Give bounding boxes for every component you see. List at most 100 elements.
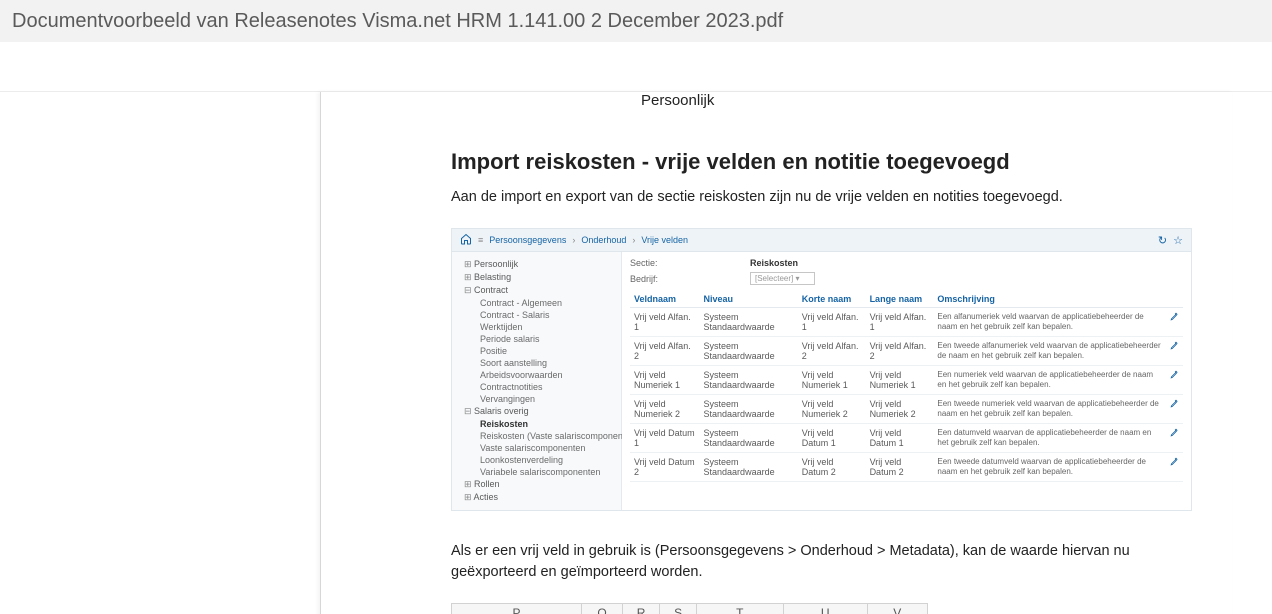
tree-node: Rollen [458, 478, 615, 491]
nav-tree: PersoonlijkBelastingContractContract - A… [452, 252, 622, 510]
cell-veldnaam: Vrij veld Alfan. 1 [630, 308, 700, 337]
cell-veldnaam: Vrij veld Numeriek 2 [630, 395, 700, 424]
table-row: Vrij veld Numeriek 1Systeem Standaardwaa… [630, 366, 1183, 395]
breadcrumb-seg: Persoonsgegevens [489, 235, 566, 245]
breadcrumb-seg: Onderhoud [581, 235, 626, 245]
tree-node: Vaste salariscomponenten [458, 442, 615, 454]
home-icon [460, 233, 472, 247]
tree-node: Belasting [458, 271, 615, 284]
cell-niveau: Systeem Standaardwaarde [700, 453, 798, 482]
cell-lange: Vrij veld Numeriek 1 [866, 366, 934, 395]
cell-veldnaam: Vrij veld Datum 2 [630, 453, 700, 482]
section-heading: Import reiskosten - vrije velden en noti… [451, 149, 1192, 175]
select-placeholder: [Selecteer] [755, 274, 793, 283]
cell-niveau: Systeem Standaardwaarde [700, 366, 798, 395]
xls-column-letter: U [783, 604, 867, 614]
tree-node: Vervangingen [458, 393, 615, 405]
document-title: Documentvoorbeeld van Releasenotes Visma… [12, 10, 783, 33]
cell-niveau: Systeem Standaardwaarde [700, 395, 798, 424]
tree-node: Periode salaris [458, 333, 615, 345]
pencil-icon [1166, 424, 1183, 453]
cell-veldnaam: Vrij veld Alfan. 2 [630, 337, 700, 366]
pencil-icon [1166, 337, 1183, 366]
section-intro: Aan de import en export van de sectie re… [451, 187, 1192, 208]
cell-omschrijving: Een tweede datumveld waarvan de applicat… [933, 453, 1166, 482]
cell-lange: Vrij veld Alfan. 1 [866, 308, 934, 337]
breadcrumb: ≡ Persoonsgegevens › Onderhoud › Vrije v… [460, 233, 688, 247]
tree-node: Contract [458, 284, 615, 297]
table-row: Vrij veld Numeriek 2Systeem Standaardwaa… [630, 395, 1183, 424]
refresh-icon: ↻ [1158, 234, 1167, 247]
tree-node: Reiskosten [458, 418, 615, 430]
form-label-sectie: Sectie: [630, 258, 710, 268]
cell-lange: Vrij veld Datum 1 [866, 424, 934, 453]
cell-korte: Vrij veld Alfan. 1 [798, 308, 866, 337]
pencil-icon [1166, 453, 1183, 482]
cell-omschrijving: Een tweede alfanumeriek veld waarvan de … [933, 337, 1166, 366]
excel-snippet: PQRSTUV vrij veld alfan 1vrij veld alfan… [451, 603, 928, 614]
th-oms: Omschrijving [933, 291, 1166, 308]
table-row: Vrij veld Datum 2Systeem Standaardwaarde… [630, 453, 1183, 482]
th-veldnaam: Veldnaam [630, 291, 700, 308]
cell-veldnaam: Vrij veld Numeriek 1 [630, 366, 700, 395]
pencil-icon [1166, 366, 1183, 395]
table-row: Vrij veld Datum 1Systeem Standaardwaarde… [630, 424, 1183, 453]
app-screenshot: ≡ Persoonsgegevens › Onderhoud › Vrije v… [451, 228, 1192, 511]
cell-veldnaam: Vrij veld Datum 1 [630, 424, 700, 453]
cell-korte: Vrij veld Datum 1 [798, 424, 866, 453]
star-icon: ☆ [1173, 234, 1183, 247]
cell-omschrijving: Een alfanumeriek veld waarvan de applica… [933, 308, 1166, 337]
tree-node: Reiskosten (Vaste salariscomponenten) [458, 430, 615, 442]
cell-omschrijving: Een tweede numeriek veld waarvan de appl… [933, 395, 1166, 424]
tree-node: Persoonlijk [458, 258, 615, 271]
cell-omschrijving: Een numeriek veld waarvan de applicatieb… [933, 366, 1166, 395]
th-lange: Lange naam [866, 291, 934, 308]
cell-lange: Vrij veld Datum 2 [866, 453, 934, 482]
prev-section-header: Persoonlijk [641, 92, 1192, 109]
tree-node: Arbeidsvoorwaarden [458, 369, 615, 381]
section-followup: Als er een vrij veld in gebruik is (Pers… [451, 541, 1192, 583]
cell-korte: Vrij veld Numeriek 2 [798, 395, 866, 424]
xls-column-letter: Q [582, 604, 623, 614]
tree-node: Contract - Salaris [458, 309, 615, 321]
cell-lange: Vrij veld Numeriek 2 [866, 395, 934, 424]
breadcrumb-seg: Vrije velden [641, 235, 688, 245]
left-gutter [0, 92, 320, 614]
cell-omschrijving: Een datumveld waarvan de applicatiebehee… [933, 424, 1166, 453]
tree-node: Loonkostenverdeling [458, 454, 615, 466]
cell-korte: Vrij veld Numeriek 1 [798, 366, 866, 395]
pencil-icon [1166, 308, 1183, 337]
xls-column-letter: S [660, 604, 697, 614]
header-divider [0, 62, 1272, 92]
pdf-page: Persoonlijk Import reiskosten - vrije ve… [320, 92, 1232, 614]
cell-korte: Vrij veld Datum 2 [798, 453, 866, 482]
tree-node: Werktijden [458, 321, 615, 333]
tree-node: Soort aanstelling [458, 357, 615, 369]
th-niveau: Niveau [700, 291, 798, 308]
xls-column-letter: R [623, 604, 660, 614]
cell-lange: Vrij veld Alfan. 2 [866, 337, 934, 366]
form-value-sectie: Reiskosten [750, 258, 798, 268]
tree-node: Contractnotities [458, 381, 615, 393]
viewer-header: Documentvoorbeeld van Releasenotes Visma… [0, 0, 1272, 42]
pencil-icon [1166, 395, 1183, 424]
tree-node: Contract - Algemeen [458, 297, 615, 309]
xls-column-letter: T [697, 604, 783, 614]
tree-node: Acties [458, 491, 615, 504]
tree-node: Variabele salariscomponenten [458, 466, 615, 478]
cell-niveau: Systeem Standaardwaarde [700, 337, 798, 366]
form-label-bedrijf: Bedrijf: [630, 274, 710, 284]
table-row: Vrij veld Alfan. 1Systeem Standaardwaard… [630, 308, 1183, 337]
header-gap [0, 42, 1272, 62]
tree-node: Salaris overig [458, 405, 615, 418]
xls-column-letter: V [867, 604, 927, 614]
bedrijf-select: [Selecteer] ▾ [750, 272, 815, 285]
cell-korte: Vrij veld Alfan. 2 [798, 337, 866, 366]
table-row: Vrij veld Alfan. 2Systeem Standaardwaard… [630, 337, 1183, 366]
xls-column-letter: P [452, 604, 582, 614]
th-korte: Korte naam [798, 291, 866, 308]
cell-niveau: Systeem Standaardwaarde [700, 424, 798, 453]
cell-niveau: Systeem Standaardwaarde [700, 308, 798, 337]
fields-table: Veldnaam Niveau Korte naam Lange naam Om… [630, 291, 1183, 482]
tree-node: Positie [458, 345, 615, 357]
